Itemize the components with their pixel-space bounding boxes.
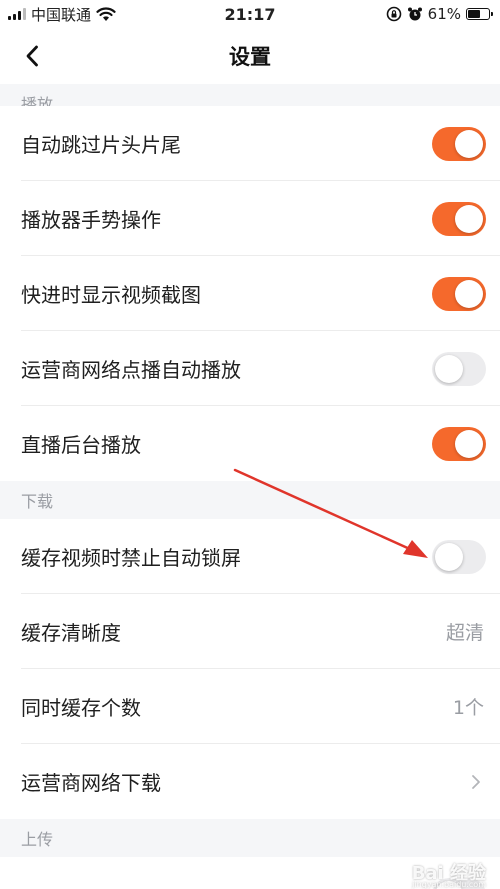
setting-row-prevent-lock[interactable]: 缓存视频时禁止自动锁屏 bbox=[0, 519, 500, 594]
setting-row-cellular-download[interactable]: 运营商网络下载 bbox=[0, 744, 500, 819]
setting-label: 缓存视频时禁止自动锁屏 bbox=[21, 546, 241, 570]
status-bar: 中国联通 21:17 61% bbox=[0, 0, 500, 28]
section-header-playback: 播放 bbox=[0, 84, 500, 106]
setting-row-cache-quality[interactable]: 缓存清晰度 超清 bbox=[0, 594, 500, 669]
watermark-sub: jingyan.baidu.com bbox=[412, 880, 486, 889]
setting-label: 同时缓存个数 bbox=[21, 696, 141, 720]
gesture-toggle[interactable] bbox=[432, 201, 486, 236]
setting-row-skip-intro[interactable]: 自动跳过片头片尾 bbox=[0, 106, 500, 181]
cache-quality-value: 超清 bbox=[445, 622, 484, 644]
setting-label: 自动跳过片头片尾 bbox=[21, 133, 181, 157]
section-title-download: 下载 bbox=[21, 492, 54, 511]
carrier-name: 中国联通 bbox=[31, 5, 92, 24]
status-bar-right: 61% bbox=[386, 5, 493, 23]
alarm-icon bbox=[407, 7, 422, 21]
navigation-bar: 设置 bbox=[0, 28, 500, 84]
setting-row-cellular-autoplay[interactable]: 运营商网络点播自动播放 bbox=[0, 331, 500, 406]
setting-label: 直播后台播放 bbox=[21, 433, 141, 457]
setting-row-seek-preview[interactable]: 快进时显示视频截图 bbox=[0, 256, 500, 331]
setting-row-live-background[interactable]: 直播后台播放 bbox=[0, 406, 500, 481]
concurrent-downloads-value: 1个 bbox=[452, 697, 484, 719]
page-title: 设置 bbox=[229, 45, 271, 69]
live-background-toggle[interactable] bbox=[432, 426, 486, 461]
battery-level-fill bbox=[468, 10, 481, 18]
section-header-download: 下载 bbox=[0, 481, 500, 519]
rotation-lock-icon bbox=[386, 6, 401, 22]
setting-label: 播放器手势操作 bbox=[21, 208, 161, 232]
skip-intro-toggle[interactable] bbox=[432, 126, 486, 161]
cellular-autoplay-toggle[interactable] bbox=[432, 351, 486, 386]
status-bar-left: 中国联通 bbox=[8, 4, 116, 25]
setting-row-gesture[interactable]: 播放器手势操作 bbox=[0, 181, 500, 256]
chevron-right-icon bbox=[466, 772, 486, 792]
seek-preview-toggle[interactable] bbox=[432, 276, 486, 311]
signal-icon bbox=[8, 8, 26, 20]
section-title-playback: 播放 bbox=[21, 95, 54, 106]
setting-row-concurrent-downloads[interactable]: 同时缓存个数 1个 bbox=[0, 669, 500, 744]
setting-label: 运营商网络点播自动播放 bbox=[21, 358, 241, 382]
battery-percent: 61% bbox=[427, 5, 461, 23]
setting-label: 缓存清晰度 bbox=[21, 621, 121, 645]
chevron-left-icon bbox=[26, 45, 38, 67]
setting-label: 运营商网络下载 bbox=[21, 771, 161, 795]
wifi-icon bbox=[96, 6, 116, 21]
back-button[interactable] bbox=[16, 40, 48, 72]
section-title-upload: 上传 bbox=[21, 830, 54, 849]
settings-list: 播放 自动跳过片头片尾 播放器手势操作 快进时显示视频截图 运营商网络点播自动播… bbox=[0, 84, 500, 889]
battery-icon bbox=[466, 8, 493, 20]
section-header-upload: 上传 bbox=[0, 819, 500, 857]
baidu-watermark: Bai 经验 jingyan.baidu.com bbox=[412, 859, 486, 889]
setting-label: 快进时显示视频截图 bbox=[21, 283, 201, 307]
prevent-lock-toggle[interactable] bbox=[432, 539, 486, 574]
